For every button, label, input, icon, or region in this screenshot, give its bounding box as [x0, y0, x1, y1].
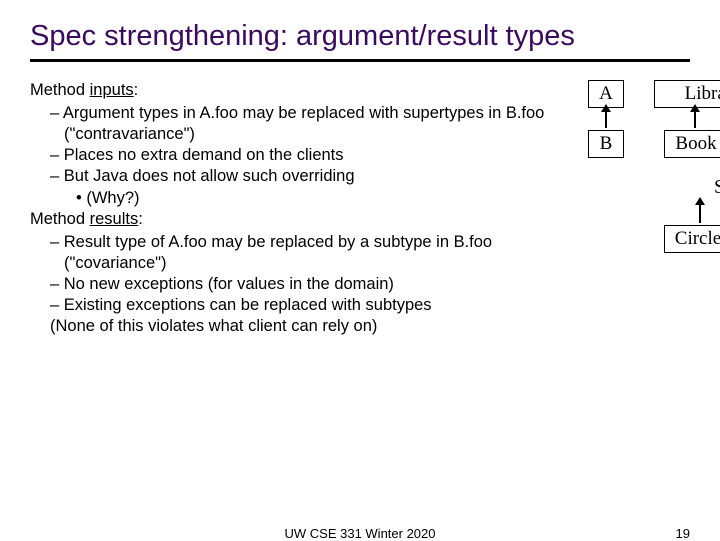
diagram: A B Library.Holding Book CD Shape Circle… [584, 80, 720, 300]
bullet-1: – Argument types in A.foo may be replace… [64, 103, 584, 145]
section2-underline: results [90, 210, 139, 228]
arrow-book-lh [694, 110, 696, 128]
section2-label: Method [30, 210, 90, 228]
section1-colon: : [134, 81, 139, 99]
box-b: B [588, 130, 624, 158]
box-circle: Circle [664, 225, 720, 253]
box-libraryholding: Library.Holding [654, 80, 720, 108]
section1-label: Method [30, 81, 90, 99]
section1-underline: inputs [90, 81, 134, 99]
arrow-circle-shape [699, 203, 701, 223]
note: (None of this violates what client can r… [50, 316, 570, 337]
bullet-4: – Result type of A.foo may be replaced b… [64, 232, 584, 274]
box-book: Book [664, 130, 720, 158]
bullet-5: – No new exceptions (for values in the d… [64, 274, 564, 295]
bullet-3a: • (Why?) [88, 188, 584, 209]
label-shape: Shape [714, 176, 720, 199]
arrow-b-a [605, 110, 607, 128]
bullet-6: – Existing exceptions can be replaced wi… [64, 295, 584, 316]
body-text: Method inputs: – Argument types in A.foo… [30, 80, 584, 337]
footer-center: UW CSE 331 Winter 2020 [284, 526, 435, 541]
slide-title: Spec strengthening: argument/result type… [30, 20, 690, 62]
page-number: 19 [676, 526, 690, 541]
bullet-2: – Places no extra demand on the clients [64, 145, 584, 166]
section2-colon: : [138, 210, 143, 228]
bullet-3: – But Java does not allow such overridin… [64, 166, 584, 187]
